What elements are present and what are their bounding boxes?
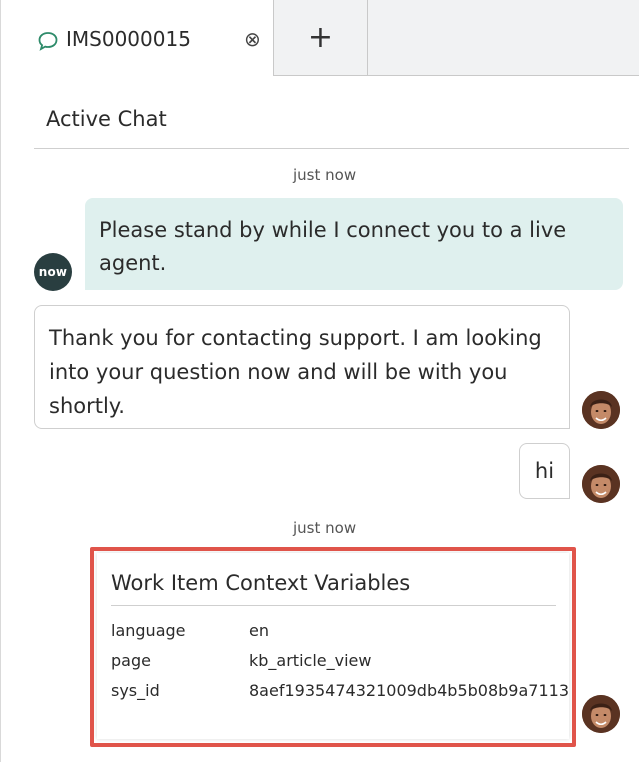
tab-label: IMS0000015 <box>66 27 191 51</box>
add-tab-button[interactable]: + <box>273 0 368 76</box>
now-bot-avatar: now <box>34 253 72 291</box>
person-avatar-icon <box>582 391 620 429</box>
agent-avatar <box>582 391 620 429</box>
timestamp: just now <box>293 166 357 184</box>
chat-bubble-icon <box>38 32 58 51</box>
page-title: Active Chat <box>46 107 167 131</box>
person-avatar-icon <box>582 465 620 503</box>
tab-bar: IMS0000015 ⊗ + <box>0 0 639 78</box>
agent-message-bubble: Thank you for contacting support. I am l… <box>34 305 570 429</box>
agent-avatar <box>582 695 620 733</box>
user-avatar <box>582 465 620 503</box>
close-icon[interactable]: ⊗ <box>244 27 261 51</box>
person-avatar-icon <box>582 695 620 733</box>
panel-left-border <box>0 0 1 762</box>
tab-ims0000015[interactable]: IMS0000015 ⊗ <box>6 0 274 78</box>
timestamp: just now <box>293 519 357 537</box>
highlight-box <box>90 547 576 747</box>
plus-icon: + <box>307 20 334 55</box>
user-message-bubble: hi <box>519 443 570 499</box>
header-divider <box>34 148 629 149</box>
bot-message-bubble: Please stand by while I connect you to a… <box>85 198 623 290</box>
tab-bar-filler <box>368 0 639 76</box>
